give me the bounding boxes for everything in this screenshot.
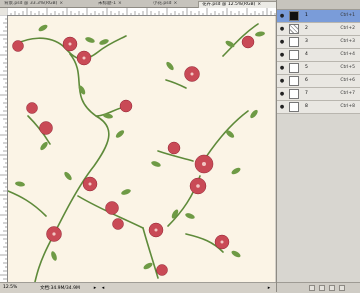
layers-panel: ● 1 Ctrl+1 ● 2 Ctrl+2 ● 3 Ctrl+3 ● 4 Ctrl+4 ● 5 Ctrl+5… xyxy=(276,0,360,293)
layer-name: 8 xyxy=(305,104,308,109)
tab-label: 未标题-1 xyxy=(98,1,116,6)
layer-shortcut: Ctrl+2 xyxy=(340,26,355,31)
layer-row[interactable]: ● 8 Ctrl+8 xyxy=(277,101,360,114)
layer-name: 2 xyxy=(305,26,308,31)
new-set-icon[interactable] xyxy=(309,285,315,291)
ruler-ticks xyxy=(0,14,7,280)
layer-row[interactable]: ● 4 Ctrl+4 xyxy=(277,49,360,62)
layer-name: 4 xyxy=(305,52,308,57)
layer-row[interactable]: ● 3 Ctrl+3 xyxy=(277,36,360,49)
eye-icon[interactable]: ● xyxy=(279,104,285,110)
new-layer-icon[interactable] xyxy=(329,285,335,291)
layer-name: 7 xyxy=(305,91,308,96)
close-icon[interactable]: × xyxy=(59,1,63,6)
layer-thumbnail xyxy=(289,102,299,112)
layer-name: 5 xyxy=(305,65,308,70)
layer-row[interactable]: ● 6 Ctrl+6 xyxy=(277,75,360,88)
ruler-ticks xyxy=(6,8,276,15)
scroll-right-icon[interactable]: ▸ xyxy=(266,285,272,291)
layer-name: 3 xyxy=(305,39,308,44)
tab-small-flower[interactable]: 小花.psd × xyxy=(150,1,192,7)
layer-thumbnail xyxy=(289,37,299,47)
new-item-icon[interactable] xyxy=(319,285,325,291)
delete-icon[interactable] xyxy=(339,285,345,291)
layer-shortcut: Ctrl+4 xyxy=(340,52,355,57)
scroll-left-icon[interactable]: ◂ xyxy=(100,285,106,291)
tab-label: 花卉.psd @ 12.5%(RGB) xyxy=(202,2,256,7)
horizontal-ruler[interactable] xyxy=(6,8,276,16)
tab-background-psd[interactable]: 背景.psd @ 33.3%(RGB) × xyxy=(1,1,67,7)
status-bar: 12.5% 文档:34.9M/34.9M ▸ ◂ ▸ xyxy=(0,282,276,293)
layer-thumbnail xyxy=(289,63,299,73)
layer-shortcut: Ctrl+7 xyxy=(340,91,355,96)
status-menu-arrow-icon[interactable]: ▸ xyxy=(92,285,98,291)
flowers xyxy=(12,35,255,276)
eye-icon[interactable]: ● xyxy=(279,13,285,19)
panel-header[interactable] xyxy=(277,0,360,10)
layer-name: 6 xyxy=(305,78,308,83)
document-canvas[interactable] xyxy=(8,16,275,282)
layer-row[interactable]: ● 1 Ctrl+1 xyxy=(277,10,360,23)
zoom-level[interactable]: 12.5% xyxy=(3,285,17,290)
floral-artwork xyxy=(8,23,265,282)
close-icon[interactable]: × xyxy=(257,2,261,7)
tab-flower-psd[interactable]: 花卉.psd @ 12.5%(RGB) × xyxy=(198,1,282,8)
layer-shortcut: Ctrl+8 xyxy=(340,104,355,109)
layer-shortcut: Ctrl+5 xyxy=(340,65,355,70)
layer-thumbnail xyxy=(289,76,299,86)
layer-thumbnail xyxy=(289,11,299,21)
layer-row[interactable]: ● 2 Ctrl+2 xyxy=(277,23,360,36)
layer-thumbnail xyxy=(289,89,299,99)
tab-untitled[interactable]: 未标题-1 × xyxy=(95,1,137,7)
layer-row[interactable]: ● 5 Ctrl+5 xyxy=(277,62,360,75)
document-tab-bar: 背景.psd @ 33.3%(RGB) × 未标题-1 × 小花.psd × 花卉.p… xyxy=(0,0,282,8)
document-size-info[interactable]: 文档:34.9M/34.9M xyxy=(40,285,80,291)
eye-icon[interactable]: ● xyxy=(279,65,285,71)
layer-shortcut: Ctrl+1 xyxy=(340,13,355,18)
tab-label: 背景.psd @ 33.3%(RGB) xyxy=(4,1,58,6)
vertical-ruler[interactable] xyxy=(0,14,8,282)
tab-label: 小花.psd xyxy=(153,1,172,6)
eye-icon[interactable]: ● xyxy=(279,26,285,32)
eye-icon[interactable]: ● xyxy=(279,78,285,84)
panel-footer xyxy=(277,282,360,293)
layer-thumbnail xyxy=(289,50,299,60)
layer-row[interactable]: ● 7 Ctrl+7 xyxy=(277,88,360,101)
layer-shortcut: Ctrl+6 xyxy=(340,78,355,83)
eye-icon[interactable]: ● xyxy=(279,39,285,45)
eye-icon[interactable]: ● xyxy=(279,91,285,97)
layer-name: 1 xyxy=(305,13,308,18)
layer-shortcut: Ctrl+3 xyxy=(340,39,355,44)
close-icon[interactable]: × xyxy=(174,1,178,6)
close-icon[interactable]: × xyxy=(118,1,122,6)
layer-thumbnail xyxy=(289,24,299,34)
eye-icon[interactable]: ● xyxy=(279,52,285,58)
